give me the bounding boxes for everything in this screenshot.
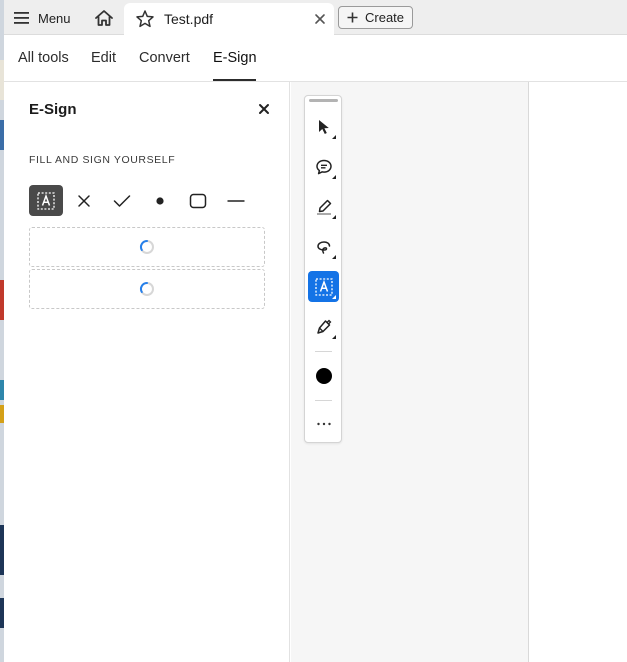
- add-text-tool[interactable]: [29, 185, 63, 216]
- star-icon[interactable]: [135, 9, 155, 29]
- submenu-caret-icon: [332, 255, 336, 259]
- document-tab-title: Test.pdf: [164, 11, 214, 27]
- select-cursor-icon: [318, 119, 329, 134]
- submenu-caret-icon: [332, 215, 336, 219]
- checkmark-tool[interactable]: [105, 185, 139, 216]
- active-tab-indicator: [213, 79, 256, 81]
- dot-icon: [156, 196, 164, 205]
- lasso-draw-icon: [316, 240, 330, 254]
- cross-mark-tool[interactable]: [67, 185, 101, 216]
- close-tab-icon[interactable]: [312, 11, 328, 27]
- add-text-icon: [37, 191, 55, 210]
- e-sign-panel: E-Sign FILL AND SIGN YOURSELF: [4, 82, 290, 662]
- tab-convert[interactable]: Convert: [139, 50, 190, 66]
- tab-e-sign[interactable]: E-Sign: [213, 50, 257, 66]
- create-label: Create: [365, 10, 405, 25]
- line-tool[interactable]: [219, 185, 253, 216]
- comment-tool-button[interactable]: [308, 151, 339, 182]
- more-options-button[interactable]: [308, 408, 339, 439]
- home-button[interactable]: [92, 6, 116, 30]
- sign-tool-button[interactable]: [308, 311, 339, 342]
- plus-icon: [347, 12, 358, 23]
- add-text-icon: [314, 277, 333, 296]
- submenu-caret-icon: [332, 175, 336, 179]
- menu-label: Menu: [38, 10, 71, 26]
- highlight-tool-button[interactable]: [308, 191, 339, 222]
- tool-nav: All tools Edit Convert E-Sign: [4, 35, 627, 82]
- toolbar-divider: [315, 400, 332, 401]
- initials-slot[interactable]: [29, 269, 265, 309]
- panel-title: E-Sign: [29, 101, 77, 118]
- document-tab[interactable]: Test.pdf: [124, 3, 334, 35]
- hamburger-icon: [14, 12, 29, 24]
- more-options-icon: [316, 422, 331, 425]
- close-panel-icon[interactable]: [256, 101, 272, 117]
- tab-edit[interactable]: Edit: [91, 50, 116, 66]
- document-page-area: [529, 82, 627, 662]
- checkmark-icon: [113, 194, 131, 207]
- create-button[interactable]: Create: [338, 6, 413, 29]
- home-icon: [95, 10, 113, 26]
- toolbar-divider: [315, 351, 332, 352]
- app-tab-bar: Menu Test.pdf Create: [4, 0, 627, 35]
- signature-slot[interactable]: [29, 227, 265, 267]
- toolbar-drag-handle[interactable]: [309, 99, 338, 102]
- rounded-rectangle-icon: [189, 193, 207, 208]
- dot-tool[interactable]: [143, 185, 177, 216]
- pen-sign-icon: [316, 319, 331, 334]
- loading-spinner-icon: [140, 240, 154, 254]
- section-label: FILL AND SIGN YOURSELF: [29, 154, 176, 166]
- tab-all-tools[interactable]: All tools: [18, 50, 69, 66]
- add-text-tool-button[interactable]: [308, 271, 339, 302]
- submenu-caret-icon: [332, 335, 336, 339]
- rectangle-tool[interactable]: [181, 185, 215, 216]
- comment-icon: [315, 159, 332, 174]
- menu-button[interactable]: Menu: [14, 7, 71, 29]
- draw-tool-button[interactable]: [308, 231, 339, 262]
- cross-mark-icon: [78, 194, 90, 207]
- color-swatch-icon: [315, 367, 332, 384]
- loading-spinner-icon: [140, 282, 154, 296]
- highlighter-icon: [316, 199, 331, 215]
- submenu-caret-icon: [332, 295, 336, 299]
- quick-tools-toolbar: [304, 95, 342, 443]
- line-icon: [227, 199, 245, 202]
- submenu-caret-icon: [332, 135, 336, 139]
- color-picker-button[interactable]: [308, 360, 339, 391]
- select-tool-button[interactable]: [308, 111, 339, 142]
